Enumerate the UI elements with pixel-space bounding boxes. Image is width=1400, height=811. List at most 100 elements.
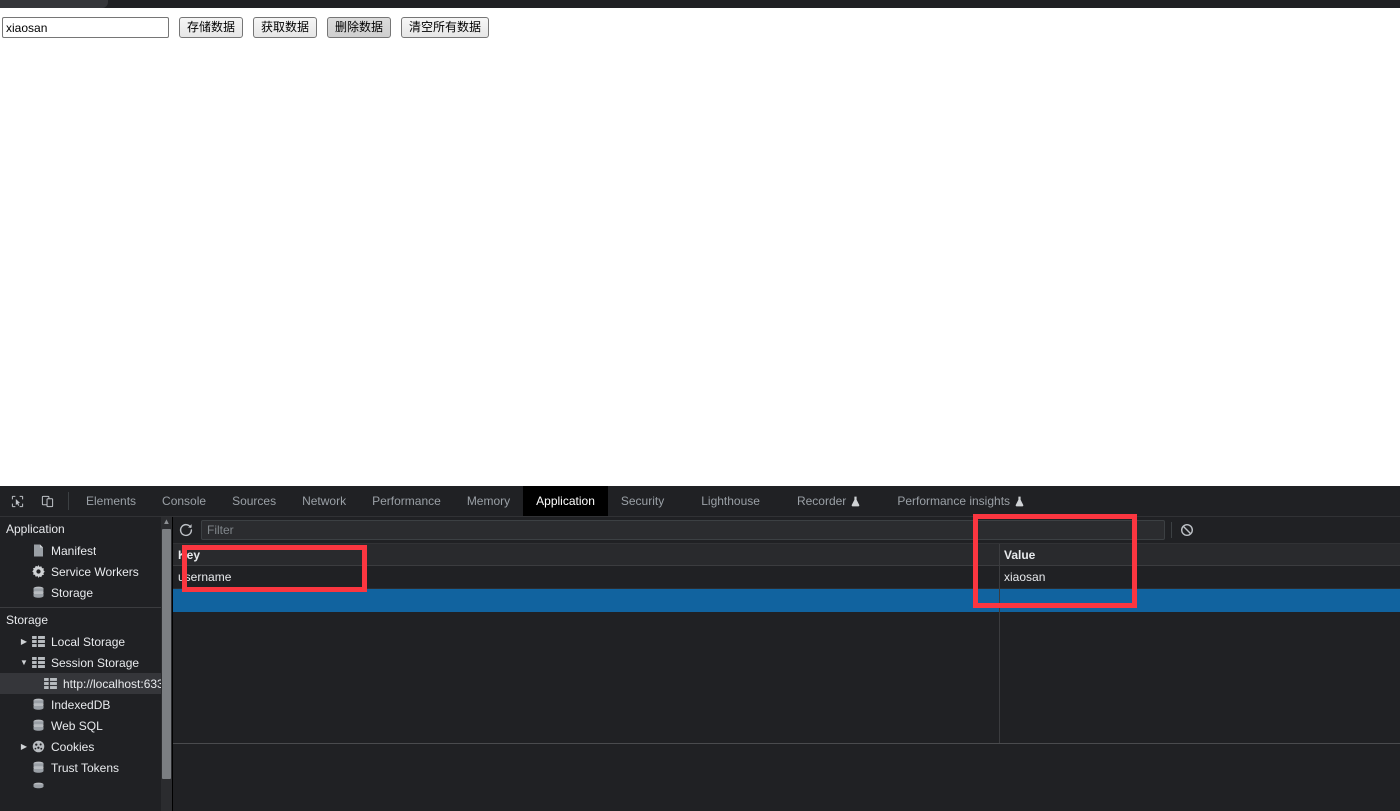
tab-label: Lighthouse (701, 494, 760, 508)
refresh-icon[interactable] (173, 518, 199, 542)
sidebar-item-label: Trust Tokens (51, 760, 120, 775)
sidebar-section-application-title: Application (6, 522, 65, 536)
tab-security[interactable]: Security (608, 486, 677, 516)
database-icon (30, 719, 47, 732)
sidebar-section-storage-title: Storage (6, 613, 49, 627)
tab-label: Sources (232, 494, 277, 508)
document-icon (30, 544, 47, 557)
sidebar-item-localhost-6334[interactable]: http://localhost:6334 (0, 673, 172, 694)
browser-tab-nub[interactable] (0, 0, 108, 8)
sidebar-item-label: http://localhost:6334 (63, 676, 171, 691)
devtools-window: Elements Console Sources Network Perform… (0, 486, 1400, 811)
column-resizer[interactable] (999, 544, 1000, 743)
clear-all-data-button[interactable]: 清空所有数据 (401, 17, 490, 38)
clear-all-icon[interactable] (1174, 518, 1200, 542)
table-row-empty-selected[interactable] (173, 589, 1400, 612)
storage-value-preview (173, 743, 1400, 811)
database-icon (30, 761, 47, 774)
tab-label: Network (302, 494, 347, 508)
tab-memory[interactable]: Memory (454, 486, 523, 516)
table-icon (30, 657, 47, 668)
save-data-button[interactable]: 存储数据 (179, 17, 244, 38)
database-icon (30, 698, 47, 711)
inspect-element-icon[interactable] (4, 488, 30, 514)
column-header-key[interactable]: Key (173, 545, 999, 565)
sidebar-item-label: Storage (51, 585, 94, 600)
sidebar-item-indexeddb[interactable]: IndexedDB (0, 694, 172, 715)
username-input[interactable] (2, 17, 169, 38)
sidebar-item-manifest[interactable]: Manifest (0, 540, 172, 561)
tab-label: Performance (372, 494, 441, 508)
toolbar-separator (1171, 522, 1172, 538)
tab-performance[interactable]: Performance (359, 486, 454, 516)
data-grid-filler (173, 612, 1400, 743)
gear-icon (30, 565, 47, 578)
database-icon (30, 782, 47, 795)
storage-main-panel: Filter Key Value username xiaosan (173, 517, 1400, 811)
sidebar-item-local-storage[interactable]: ▶ Local Storage (0, 631, 172, 652)
chevron-down-icon[interactable]: ▼ (18, 658, 30, 667)
tab-sources[interactable]: Sources (219, 486, 289, 516)
sidebar-item-web-sql[interactable]: Web SQL (0, 715, 172, 736)
tab-label: Console (162, 494, 207, 508)
tab-label: Performance insights (897, 494, 1011, 508)
tab-console[interactable]: Console (149, 486, 219, 516)
page-controls: 存储数据 获取数据 删除数据 清空所有数据 (0, 17, 490, 38)
sidebar-item-label: Cookies (51, 739, 95, 754)
sidebar-item-label: IndexedDB (51, 697, 111, 712)
get-data-button[interactable]: 获取数据 (253, 17, 318, 38)
application-sidebar: Application Manifest Service Workers Sto… (0, 517, 173, 811)
database-icon (30, 586, 47, 599)
tabbar-separator (68, 492, 69, 510)
tab-label: Recorder (796, 494, 847, 508)
tab-recorder[interactable]: Recorder (773, 486, 873, 516)
flask-icon (851, 496, 860, 507)
tab-label: Elements (86, 494, 137, 508)
table-icon (30, 636, 47, 647)
data-grid-header: Key Value (173, 544, 1400, 566)
sidebar-scrollbar[interactable]: ▲ (161, 517, 172, 811)
cookie-icon (30, 740, 47, 753)
cell-value[interactable]: xiaosan (999, 567, 1400, 588)
cell-key[interactable]: username (173, 567, 999, 588)
storage-data-grid: Key Value username xiaosan (173, 544, 1400, 743)
column-header-value[interactable]: Value (999, 545, 1400, 565)
screenshot-root: 存储数据 获取数据 删除数据 清空所有数据 (0, 0, 1400, 811)
sidebar-item-label: Web SQL (51, 718, 103, 733)
sidebar-item-trust-tokens[interactable]: Trust Tokens (0, 757, 172, 778)
sidebar-item-session-storage[interactable]: ▼ Session Storage (0, 652, 172, 673)
devtools-body: Application Manifest Service Workers Sto… (0, 517, 1400, 811)
devtools-tab-list: Elements Console Sources Network Perform… (73, 486, 1037, 516)
filter-placeholder: Filter (207, 523, 234, 537)
storage-toolbar: Filter (173, 517, 1400, 544)
filter-input[interactable]: Filter (201, 520, 1165, 540)
devtools-tool-icons (0, 486, 66, 516)
sidebar-item-cookies[interactable]: ▶ Cookies (0, 736, 172, 757)
tab-performance-insights[interactable]: Performance insights (873, 486, 1037, 516)
tab-application[interactable]: Application (523, 486, 608, 516)
tab-network[interactable]: Network (289, 486, 359, 516)
sidebar-item-storage[interactable]: Storage (0, 582, 172, 603)
table-icon (42, 678, 59, 689)
chevron-right-icon[interactable]: ▶ (18, 742, 30, 751)
tab-elements[interactable]: Elements (73, 486, 149, 516)
tab-lighthouse[interactable]: Lighthouse (677, 486, 773, 516)
sidebar-item-partial[interactable] (0, 778, 172, 799)
sidebar-item-label: Local Storage (51, 634, 126, 649)
scrollbar-thumb[interactable] (162, 529, 171, 779)
devtools-tabbar: Elements Console Sources Network Perform… (0, 486, 1400, 517)
page-viewport: 存储数据 获取数据 删除数据 清空所有数据 (0, 8, 1400, 486)
tab-label: Memory (466, 494, 511, 508)
chevron-right-icon[interactable]: ▶ (18, 637, 30, 646)
flask-icon (1015, 496, 1024, 507)
table-row[interactable]: username xiaosan (173, 566, 1400, 589)
browser-chrome-strip (0, 0, 1400, 8)
tab-label: Application (536, 494, 595, 508)
device-toolbar-icon[interactable] (34, 488, 60, 514)
sidebar-item-label: Session Storage (51, 655, 140, 670)
sidebar-item-service-workers[interactable]: Service Workers (0, 561, 172, 582)
delete-data-button[interactable]: 删除数据 (327, 17, 392, 38)
tab-label: Security (620, 494, 665, 508)
scroll-up-arrow[interactable]: ▲ (161, 518, 172, 526)
sidebar-item-label: Manifest (51, 543, 97, 558)
